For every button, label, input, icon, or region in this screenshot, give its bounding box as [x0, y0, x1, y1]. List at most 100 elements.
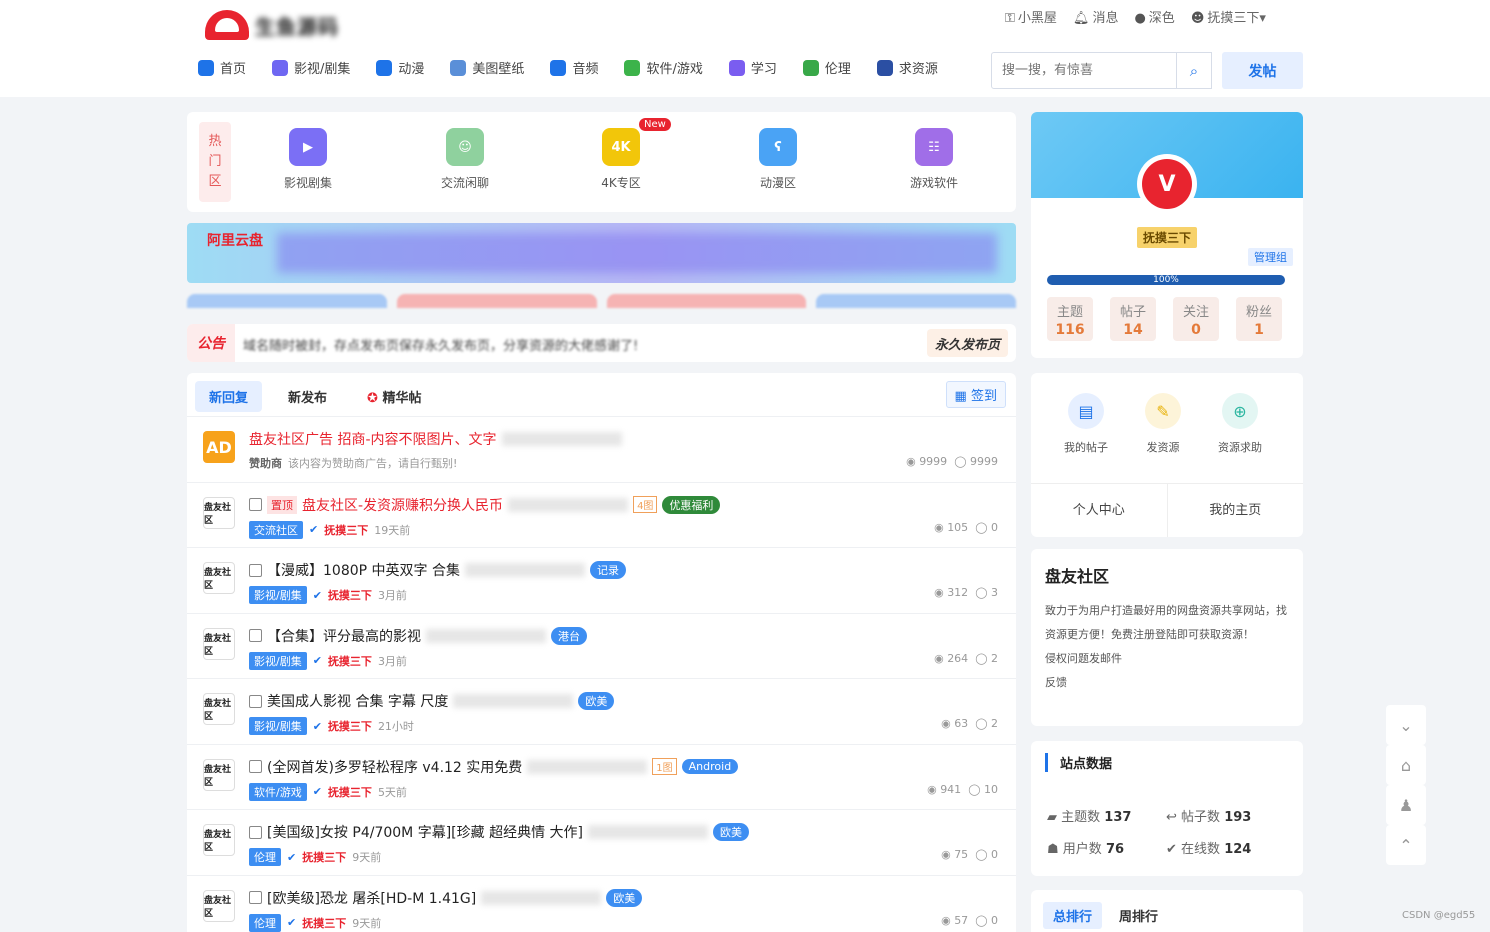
tab-total-rank[interactable]: 总排行: [1043, 902, 1103, 929]
nav-item-4[interactable]: 音频: [550, 58, 598, 77]
thread-title[interactable]: [欧美级]恐龙 屠杀[HD-M 1.41G] 欧美: [249, 888, 643, 908]
category-badge[interactable]: 软件/游戏: [249, 782, 307, 801]
author-name[interactable]: 赞助商: [249, 455, 282, 471]
table-row[interactable]: 盘友社区 【漫威】1080P 中英双字 合集 记录 影视/剧集 ✔ 抚摸三下 3月前 ◉ 31…: [187, 547, 1016, 612]
nav-item-0[interactable]: 首页: [198, 58, 246, 77]
tab-new-reply[interactable]: 新回复: [195, 381, 263, 412]
scroll-down-button[interactable]: ⌄: [1386, 705, 1426, 745]
user-menu[interactable]: ☻ 抚摸三下▾: [1191, 7, 1266, 26]
select-checkbox[interactable]: [249, 694, 262, 708]
signin-button[interactable]: ▦ 签到: [945, 381, 1006, 408]
thread-tag[interactable]: 优惠福利: [662, 495, 721, 514]
select-checkbox[interactable]: [249, 825, 262, 839]
author-name[interactable]: 抚摸三下: [328, 784, 372, 800]
thread-title[interactable]: [美国级]女按 P4/700M 字幕][珍藏 超经典情 大作] 欧美: [249, 822, 749, 842]
table-row[interactable]: 盘友社区 [欧美级]恐龙 屠杀[HD-M 1.41G] 欧美 伦理 ✔ 抚摸三下 9天前 ◉ …: [187, 874, 1016, 932]
thread-tag[interactable]: 港台: [551, 626, 587, 645]
select-checkbox[interactable]: [249, 760, 262, 773]
tab-featured[interactable]: ✪ 精华帖: [353, 381, 435, 412]
ad-banner[interactable]: 阿里云盘: [187, 223, 1016, 283]
avatar[interactable]: 盘友社区: [203, 496, 235, 529]
avatar[interactable]: 盘友社区: [203, 758, 235, 791]
table-row[interactable]: AD 盘友社区广告 招商-内容不限图片、文字 赞助商 该内容为赞助商广告，请自行甄别!…: [187, 416, 1016, 481]
thread-title[interactable]: 美国成人影视 合集 字幕 尺度 欧美: [249, 691, 615, 711]
permanent-page-button[interactable]: 永久发布页: [926, 329, 1008, 357]
avatar[interactable]: 盘友社区: [203, 693, 235, 725]
table-row[interactable]: 盘友社区 [美国级]女按 P4/700M 字幕][珍藏 超经典情 大作] 欧美 伦理 ✔…: [187, 809, 1016, 874]
scroll-top-button[interactable]: ⌃: [1386, 825, 1426, 865]
message-link[interactable]: 🔔︎ 消息: [1073, 7, 1119, 26]
tab-week-rank[interactable]: 周排行: [1119, 906, 1158, 925]
resource-help-button[interactable]: ⊕ 资源求助: [1205, 393, 1275, 455]
author-name[interactable]: 抚摸三下: [302, 915, 346, 931]
nav-item-5[interactable]: 软件/游戏: [624, 58, 703, 77]
thread-title[interactable]: (全网首发)多罗轻松程序 v4.12 实用免费 1图 Android: [249, 757, 739, 777]
profile-count[interactable]: 粉丝 1: [1236, 297, 1282, 341]
avatar[interactable]: 盘友社区: [203, 627, 235, 660]
table-row[interactable]: 盘友社区 (全网首发)多罗轻松程序 v4.12 实用免费 1图 Android 软件/游…: [187, 743, 1016, 809]
pill-ad[interactable]: [606, 294, 807, 308]
author-name[interactable]: 抚摸三下: [328, 653, 372, 669]
hot-item[interactable]: ▶ 影视剧集: [248, 128, 368, 191]
nav-item-1[interactable]: 影视/剧集: [272, 58, 350, 77]
table-row[interactable]: 盘友社区 美国成人影视 合集 字幕 尺度 欧美 影视/剧集 ✔ 抚摸三下 21小时 ◉ 63 …: [187, 678, 1016, 743]
thread-title[interactable]: 【合集】评分最高的影视 港台: [249, 626, 587, 646]
author-name[interactable]: 抚摸三下: [324, 522, 368, 538]
publish-resource-button[interactable]: ✎ 发资源: [1128, 393, 1198, 455]
dark-mode-toggle[interactable]: ● 深色: [1134, 7, 1174, 26]
thread-tag[interactable]: 欧美: [578, 692, 615, 710]
avatar[interactable]: V: [1137, 154, 1197, 214]
home-button[interactable]: ⌂: [1386, 745, 1426, 785]
table-row[interactable]: 盘友社区 置顶 盘友社区-发资源赚积分换人民币 4图 优惠福利 交流社区 ✔ 抚摸三下 19天前…: [187, 481, 1016, 547]
user-center-link[interactable]: 个人中心: [1031, 484, 1167, 537]
nav-item-2[interactable]: 动漫: [376, 58, 424, 77]
post-button[interactable]: 发帖: [1222, 52, 1303, 89]
category-badge[interactable]: 伦理: [249, 848, 281, 866]
tab-new-post[interactable]: 新发布: [274, 381, 341, 412]
select-checkbox[interactable]: [249, 629, 262, 642]
pill-ad[interactable]: [816, 294, 1016, 308]
search-button[interactable]: ⌕: [1176, 52, 1212, 89]
thread-title[interactable]: 置顶 盘友社区-发资源赚积分换人民币 4图 优惠福利: [249, 495, 721, 515]
select-checkbox[interactable]: [249, 563, 262, 577]
avatar[interactable]: 盘友社区: [203, 889, 235, 922]
blackroom-link[interactable]: ⚿ 小黑屋: [1005, 7, 1057, 26]
category-badge[interactable]: 影视/剧集: [249, 586, 307, 604]
hot-item[interactable]: ☺ 交流闲聊: [405, 128, 525, 191]
select-checkbox[interactable]: [249, 891, 262, 904]
hot-item[interactable]: 4K New 4K专区: [561, 118, 681, 191]
thread-title[interactable]: 盘友社区广告 招商-内容不限图片、文字: [249, 429, 622, 449]
thread-tag[interactable]: Android: [681, 759, 739, 774]
my-homepage-link[interactable]: 我的主页: [1166, 484, 1304, 537]
profile-count[interactable]: 主题 116: [1047, 297, 1093, 341]
hot-item[interactable]: ☷ 游戏软件: [874, 128, 994, 191]
search-input[interactable]: [991, 52, 1177, 89]
category-badge[interactable]: 交流社区: [249, 520, 303, 539]
nav-item-3[interactable]: 美图壁纸: [450, 58, 524, 77]
thread-tag[interactable]: 欧美: [712, 823, 749, 841]
thread-tag[interactable]: 记录: [589, 561, 626, 579]
avatar[interactable]: 盘友社区: [203, 562, 235, 594]
category-badge[interactable]: 伦理: [249, 913, 281, 932]
site-logo[interactable]: 生鱼源码: [205, 6, 355, 44]
pill-ad[interactable]: [187, 294, 387, 308]
profile-count[interactable]: 关注 0: [1173, 297, 1219, 341]
avatar[interactable]: 盘友社区: [203, 824, 235, 856]
profile-username[interactable]: 抚摸三下: [1137, 227, 1198, 248]
nav-item-8[interactable]: 求资源: [876, 58, 938, 77]
nav-item-6[interactable]: 学习: [728, 58, 777, 77]
my-posts-button[interactable]: ▤ 我的帖子: [1051, 393, 1121, 455]
category-badge[interactable]: 影视/剧集: [249, 651, 307, 670]
author-name[interactable]: 抚摸三下: [328, 587, 372, 603]
qq-button[interactable]: ♟: [1386, 785, 1426, 825]
thread-tag[interactable]: 欧美: [606, 888, 643, 907]
table-row[interactable]: 盘友社区 【合集】评分最高的影视 港台 影视/剧集 ✔ 抚摸三下 3月前 ◉ 264 ◯ 2: [187, 612, 1016, 678]
profile-count[interactable]: 帖子 14: [1110, 297, 1156, 341]
hot-item[interactable]: ʕ 动漫区: [718, 128, 838, 191]
thread-title[interactable]: 【漫威】1080P 中英双字 合集 记录: [249, 560, 626, 580]
pill-ad[interactable]: [396, 294, 597, 308]
author-name[interactable]: 抚摸三下: [328, 718, 372, 734]
author-name[interactable]: 抚摸三下: [302, 849, 346, 865]
category-badge[interactable]: 影视/剧集: [249, 717, 307, 735]
nav-item-7[interactable]: 伦理: [802, 58, 851, 77]
